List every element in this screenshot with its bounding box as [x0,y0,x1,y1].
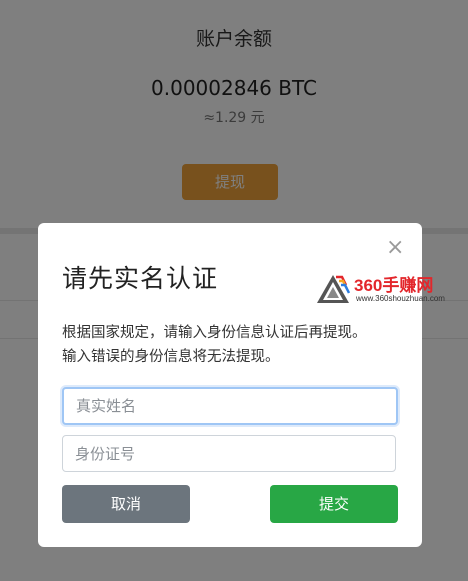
watermark-logo-icon [317,275,350,303]
watermark-url: www.360shouzhuan.com [356,294,445,303]
real-name-input[interactable] [62,387,398,425]
description-line: 根据国家规定，请输入身份信息认证后再提现。 [62,325,367,341]
watermark: 360手赚网 www.360shouzhuan.com [316,271,466,307]
watermark-brand: 360手赚网 [354,276,434,295]
cancel-button[interactable]: 取消 [62,485,190,523]
dialog-title: 请先实名认证 [62,264,219,293]
close-icon[interactable]: × [386,237,404,259]
description-line: 输入错误的身份信息将无法提现。 [62,349,280,365]
submit-button[interactable]: 提交 [270,485,398,523]
id-number-input[interactable] [62,435,396,472]
dialog-description: 根据国家规定，请输入身份信息认证后再提现。 输入错误的身份信息将无法提现。 [62,321,402,369]
real-name-verification-dialog: × 请先实名认证 360手赚网 www.360shouzhuan.com 根据国… [38,223,445,547]
